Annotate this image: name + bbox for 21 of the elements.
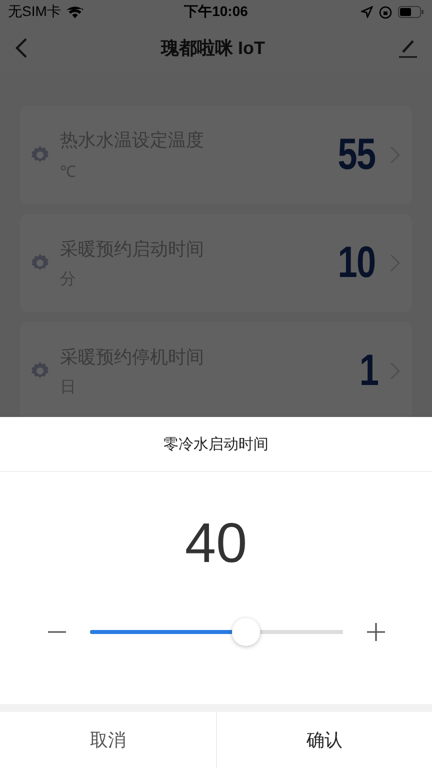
setting-value: 55 [338, 130, 376, 180]
setting-unit: ℃ [60, 163, 77, 182]
edit-icon[interactable] [398, 38, 418, 58]
plus-icon[interactable] [366, 623, 384, 641]
battery-icon [398, 6, 424, 18]
location-icon [361, 6, 373, 18]
gear-icon [30, 253, 50, 273]
dialog-title: 零冷水启动时间 [164, 434, 268, 454]
page-title: 瑰都啦咪 IoT [161, 37, 265, 60]
slider-thumb[interactable] [232, 618, 260, 646]
status-time: 下午10:06 [184, 3, 248, 21]
setting-value: 10 [338, 238, 376, 288]
back-icon[interactable] [14, 37, 28, 59]
lock-rotation-icon [379, 6, 392, 18]
wifi-icon [66, 6, 83, 18]
minus-icon[interactable] [48, 631, 66, 633]
gear-icon [30, 145, 50, 165]
setting-value: 1 [358, 346, 378, 396]
carrier-text: 无SIM卡 [8, 3, 61, 21]
selected-value: 40 [184, 510, 248, 576]
gear-icon [30, 361, 50, 381]
